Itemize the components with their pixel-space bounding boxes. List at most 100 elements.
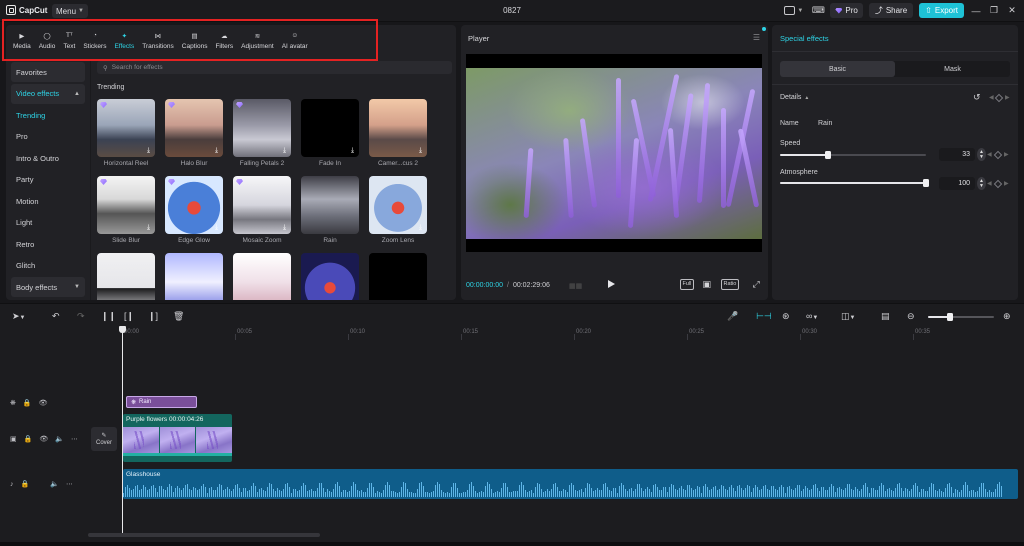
split-right-icon[interactable]: ❙] bbox=[148, 311, 158, 321]
split-left-icon[interactable]: [❙ bbox=[124, 311, 134, 321]
rain-effect-clip[interactable]: ❋ Rain bbox=[126, 396, 197, 408]
ratio-button[interactable]: Ratio bbox=[721, 279, 739, 290]
lock-icon[interactable]: 🔒 bbox=[23, 399, 32, 407]
glasshouse-audio-clip[interactable]: Glasshouse bbox=[123, 469, 1018, 499]
tab-filters[interactable]: ☁ Filters bbox=[211, 25, 237, 55]
shortcut-icon[interactable]: ⌨ bbox=[812, 5, 825, 17]
effect-card[interactable] bbox=[369, 253, 427, 300]
search-input[interactable]: ⚲ Search for effects bbox=[97, 61, 452, 74]
effect-card[interactable]: ⤓ Zoom Lens bbox=[369, 176, 427, 244]
next-keyframe-icon[interactable]: ▶ bbox=[1005, 94, 1010, 101]
tab-transitions[interactable]: ⋈ Transitions bbox=[138, 25, 178, 55]
effect-card[interactable]: ⤓ Camer...cus 2 bbox=[369, 99, 427, 167]
effect-card[interactable]: Rain bbox=[301, 176, 359, 244]
lock-icon[interactable]: 🔒 bbox=[21, 480, 30, 488]
share-button[interactable]: ⤴ Share bbox=[868, 3, 914, 18]
download-icon[interactable]: ⤓ bbox=[281, 224, 288, 231]
auto-snap-icon[interactable]: ⊛ bbox=[782, 311, 790, 321]
tab-basic[interactable]: Basic bbox=[780, 61, 895, 77]
cover-button[interactable]: ✎ Cover bbox=[91, 427, 117, 451]
effect-card[interactable]: ⤓ Horizontal Reel bbox=[97, 99, 155, 167]
tab-media[interactable]: ▶ Media bbox=[9, 25, 35, 55]
keyframe-icon[interactable] bbox=[994, 93, 1004, 103]
subcategory-pro[interactable]: Pro bbox=[11, 127, 85, 147]
effect-card[interactable] bbox=[233, 253, 291, 300]
more-icon[interactable]: ⋯ bbox=[71, 435, 78, 443]
speed-slider[interactable] bbox=[780, 151, 926, 159]
hamburger-menu-icon[interactable]: ☰ bbox=[753, 33, 760, 42]
subcategory-light[interactable]: Light bbox=[11, 213, 85, 233]
video-preview[interactable] bbox=[466, 54, 762, 252]
download-icon[interactable]: ⤓ bbox=[213, 224, 220, 231]
subcategory-glitch[interactable]: Glitch bbox=[11, 256, 85, 276]
subcategory-retro[interactable]: Retro bbox=[11, 234, 85, 254]
download-icon[interactable]: ⤓ bbox=[281, 147, 288, 154]
effect-card[interactable]: ⤓ Falling Petals 2 bbox=[233, 99, 291, 167]
restore-icon[interactable]: ❐ bbox=[988, 5, 1000, 17]
download-icon[interactable]: ⤓ bbox=[145, 224, 152, 231]
effect-card[interactable] bbox=[97, 253, 155, 300]
tab-adjustment[interactable]: ≋ Adjustment bbox=[237, 25, 278, 55]
speaker-icon[interactable]: 🔈 bbox=[55, 435, 64, 443]
fullscreen-icon[interactable]: ⤢ bbox=[751, 279, 761, 290]
tab-ai-avatar[interactable]: ☺ AI avatar bbox=[278, 25, 312, 55]
speed-slider-handle[interactable] bbox=[825, 151, 832, 159]
redo-icon[interactable]: ↷ bbox=[77, 311, 85, 321]
more-icon[interactable]: ⋯ bbox=[66, 480, 73, 488]
select-tool-icon[interactable]: ➤▼ bbox=[12, 311, 26, 321]
atmosphere-keyframe-icon[interactable] bbox=[993, 179, 1003, 189]
prev-keyframe-icon[interactable]: ◀ bbox=[987, 151, 992, 158]
tab-stickers[interactable]: ◔ Stickers bbox=[79, 25, 110, 55]
full-button[interactable]: Full bbox=[680, 279, 694, 290]
speed-value-input[interactable]: 33 bbox=[939, 148, 975, 161]
prev-keyframe-icon[interactable]: ◀ bbox=[989, 94, 994, 101]
tab-mask[interactable]: Mask bbox=[895, 61, 1010, 77]
download-icon[interactable]: ⤓ bbox=[349, 147, 356, 154]
download-icon[interactable]: ⤓ bbox=[417, 147, 424, 154]
close-icon[interactable]: ✕ bbox=[1006, 5, 1018, 17]
zoom-slider[interactable] bbox=[928, 313, 994, 321]
crop-icon[interactable]: ▣ bbox=[701, 279, 713, 290]
effect-card[interactable] bbox=[301, 253, 359, 300]
prev-keyframe-icon[interactable]: ◀ bbox=[987, 180, 992, 187]
minimize-icon[interactable]: — bbox=[970, 5, 982, 17]
speed-keyframe-icon[interactable] bbox=[993, 150, 1003, 160]
subcategory-party[interactable]: Party bbox=[11, 170, 85, 190]
atmosphere-slider[interactable] bbox=[780, 179, 929, 187]
effect-card[interactable] bbox=[165, 253, 223, 300]
tab-text[interactable]: Tᵀ Text bbox=[59, 25, 79, 55]
purple-flowers-video-clip[interactable]: Purple flowers 00:00:04:26 bbox=[123, 414, 232, 462]
details-header[interactable]: Details ▲ bbox=[780, 94, 809, 101]
export-button[interactable]: ⇧ Export bbox=[919, 3, 964, 18]
zoom-out-icon[interactable]: ⊖ bbox=[907, 311, 915, 321]
category-body-effects[interactable]: Body effects ▼ bbox=[11, 277, 85, 297]
layout-button[interactable]: ▼ bbox=[784, 4, 806, 18]
subcategory-trending[interactable]: Trending bbox=[11, 105, 85, 125]
menu-button[interactable]: Menu ▼ bbox=[52, 4, 88, 18]
delete-icon[interactable]: 🗑 bbox=[173, 311, 184, 321]
atmosphere-value-input[interactable]: 100 bbox=[939, 177, 975, 190]
effect-card[interactable]: ⤓ Edge Glow bbox=[165, 176, 223, 244]
tab-effects[interactable]: ✦ Effects bbox=[110, 25, 138, 55]
play-icon[interactable] bbox=[608, 280, 615, 288]
speaker-icon[interactable]: 🔈 bbox=[50, 480, 59, 488]
category-video-effects[interactable]: Video effects ▲ bbox=[11, 83, 85, 104]
eye-icon[interactable]: 👁 bbox=[39, 399, 48, 407]
reset-icon[interactable]: ↺ bbox=[973, 93, 982, 102]
split-icon[interactable]: ❙❙ bbox=[101, 311, 116, 321]
eye-icon[interactable]: 👁 bbox=[39, 435, 48, 443]
playhead[interactable] bbox=[122, 328, 123, 534]
preview-axis-icon[interactable]: ◫▼ bbox=[841, 311, 855, 321]
next-keyframe-icon[interactable]: ▶ bbox=[1004, 180, 1009, 187]
timeline-horizontal-scrollbar[interactable] bbox=[88, 533, 320, 537]
pro-button[interactable]: Pro bbox=[830, 3, 863, 18]
effect-card[interactable]: ⤓ Fade In bbox=[301, 99, 359, 167]
lock-icon[interactable]: 🔒 bbox=[24, 435, 33, 443]
next-keyframe-icon[interactable]: ▶ bbox=[1004, 151, 1009, 158]
microphone-icon[interactable]: 🎤 bbox=[727, 311, 738, 321]
download-icon[interactable]: ⤓ bbox=[213, 147, 220, 154]
effect-card[interactable]: ⤓ Halo Blur bbox=[165, 99, 223, 167]
download-icon[interactable]: ⤓ bbox=[417, 224, 424, 231]
link-icon[interactable]: ∞▼ bbox=[806, 311, 818, 321]
subcategory-motion[interactable]: Motion bbox=[11, 191, 85, 211]
